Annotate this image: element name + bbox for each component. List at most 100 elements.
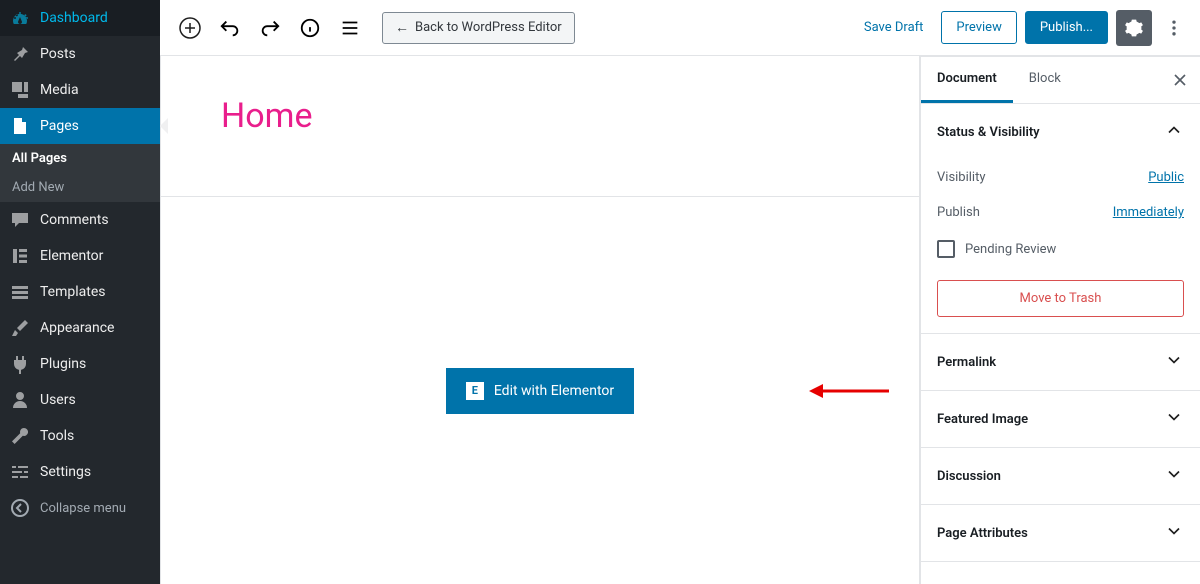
settings-tabs: Document Block xyxy=(921,57,1200,104)
publish-value-link[interactable]: Immediately xyxy=(1113,205,1184,220)
panel-permalink: Permalink xyxy=(921,334,1200,391)
sidebar-item-label: Comments xyxy=(40,212,109,228)
page-icon xyxy=(10,116,30,136)
save-draft-button[interactable]: Save Draft xyxy=(854,12,934,43)
collapse-label: Collapse menu xyxy=(40,501,126,516)
sidebar-item-label: Posts xyxy=(40,46,76,62)
panel-header-status[interactable]: Status & Visibility xyxy=(921,104,1200,160)
tab-document[interactable]: Document xyxy=(921,57,1013,103)
panel-body-status: Visibility Public Publish Immediately Pe… xyxy=(921,160,1200,333)
row-pending-review[interactable]: Pending Review xyxy=(937,230,1184,268)
top-toolbar: ← Back to WordPress Editor Save Draft Pr… xyxy=(160,0,1200,56)
panel-featured-image: Featured Image xyxy=(921,391,1200,448)
main: ← Back to WordPress Editor Save Draft Pr… xyxy=(160,0,1200,584)
row-publish: Publish Immediately xyxy=(937,195,1184,230)
panel-header-discussion[interactable]: Discussion xyxy=(921,448,1200,504)
sidebar-item-users[interactable]: Users xyxy=(0,382,160,418)
panel-header-page-attributes[interactable]: Page Attributes xyxy=(921,505,1200,561)
chevron-up-icon xyxy=(1164,120,1184,144)
arrow-left-icon: ← xyxy=(395,19,409,36)
pin-icon xyxy=(10,44,30,64)
panel-header-featured-image[interactable]: Featured Image xyxy=(921,391,1200,447)
sidebar-item-label: Elementor xyxy=(40,248,103,264)
wrench-icon xyxy=(10,426,30,446)
collapse-icon xyxy=(10,498,30,518)
sidebar-item-label: Media xyxy=(40,82,79,98)
elementor-icon xyxy=(10,246,30,266)
top-toolbar-left: ← Back to WordPress Editor xyxy=(172,10,575,46)
undo-button[interactable] xyxy=(212,10,248,46)
sidebar-item-elementor[interactable]: Elementor xyxy=(0,238,160,274)
media-icon xyxy=(10,80,30,100)
sidebar-item-label: Pages xyxy=(40,118,79,134)
panel-status-visibility: Status & Visibility Visibility Public Pu… xyxy=(921,104,1200,334)
sidebar-item-label: Users xyxy=(40,392,76,408)
sidebar-item-pages[interactable]: Pages xyxy=(0,108,160,144)
add-block-button[interactable] xyxy=(172,10,208,46)
pending-review-label: Pending Review xyxy=(965,242,1056,257)
elementor-area: E Edit with Elementor xyxy=(161,197,919,584)
panel-title: Permalink xyxy=(937,355,996,370)
row-visibility: Visibility Public xyxy=(937,160,1184,195)
sidebar-item-settings[interactable]: Settings xyxy=(0,454,160,490)
panel-page-attributes: Page Attributes xyxy=(921,505,1200,562)
chevron-down-icon xyxy=(1164,521,1184,545)
sidebar-item-label: Plugins xyxy=(40,356,86,372)
checkbox-icon[interactable] xyxy=(937,240,955,258)
sidebar-item-appearance[interactable]: Appearance xyxy=(0,310,160,346)
settings-toggle-button[interactable] xyxy=(1116,10,1152,46)
panel-header-permalink[interactable]: Permalink xyxy=(921,334,1200,390)
sidebar-item-dashboard[interactable]: Dashboard xyxy=(0,0,160,36)
more-options-button[interactable] xyxy=(1160,10,1188,46)
sidebar-item-tools[interactable]: Tools xyxy=(0,418,160,454)
back-to-editor-button[interactable]: ← Back to WordPress Editor xyxy=(382,12,575,44)
elementor-logo-icon: E xyxy=(466,382,484,400)
annotation-arrow xyxy=(809,381,889,401)
dashboard-icon xyxy=(10,8,30,28)
page-title[interactable]: Home xyxy=(221,96,859,136)
sidebar-item-label: Dashboard xyxy=(40,10,108,26)
panel-title: Discussion xyxy=(937,469,1001,484)
panel-title: Status & Visibility xyxy=(937,125,1040,140)
sidebar-item-comments[interactable]: Comments xyxy=(0,202,160,238)
chevron-down-icon xyxy=(1164,464,1184,488)
templates-icon xyxy=(10,282,30,302)
outline-button[interactable] xyxy=(332,10,368,46)
redo-button[interactable] xyxy=(252,10,288,46)
sidebar-item-templates[interactable]: Templates xyxy=(0,274,160,310)
plug-icon xyxy=(10,354,30,374)
comment-icon xyxy=(10,210,30,230)
user-icon xyxy=(10,390,30,410)
collapse-menu[interactable]: Collapse menu xyxy=(0,490,160,526)
panel-discussion: Discussion xyxy=(921,448,1200,505)
title-area[interactable]: Home xyxy=(161,56,919,197)
edit-with-elementor-button[interactable]: E Edit with Elementor xyxy=(446,368,634,414)
chevron-down-icon xyxy=(1164,407,1184,431)
sidebar-sub-add-new[interactable]: Add New xyxy=(0,173,160,202)
sidebar-item-plugins[interactable]: Plugins xyxy=(0,346,160,382)
close-settings-button[interactable] xyxy=(1160,60,1200,100)
tab-block[interactable]: Block xyxy=(1013,57,1077,103)
sliders-icon xyxy=(10,462,30,482)
admin-sidebar: Dashboard Posts Media Pages All Pages Ad… xyxy=(0,0,160,584)
sidebar-item-label: Tools xyxy=(40,428,74,444)
sidebar-sub-all-pages[interactable]: All Pages xyxy=(0,144,160,173)
elementor-btn-label: Edit with Elementor xyxy=(494,383,614,399)
publish-label: Publish xyxy=(937,205,980,220)
chevron-down-icon xyxy=(1164,350,1184,374)
move-to-trash-button[interactable]: Move to Trash xyxy=(937,280,1184,317)
sidebar-item-label: Settings xyxy=(40,464,91,480)
publish-button[interactable]: Publish... xyxy=(1025,11,1108,44)
sidebar-item-media[interactable]: Media xyxy=(0,72,160,108)
brush-icon xyxy=(10,318,30,338)
visibility-label: Visibility xyxy=(937,170,986,185)
panel-title: Page Attributes xyxy=(937,526,1028,541)
sidebar-item-label: Appearance xyxy=(40,320,114,336)
editor-content: Home E Edit with Elementor xyxy=(161,56,919,584)
info-button[interactable] xyxy=(292,10,328,46)
preview-button[interactable]: Preview xyxy=(941,11,1016,44)
sidebar-item-posts[interactable]: Posts xyxy=(0,36,160,72)
panel-title: Featured Image xyxy=(937,412,1028,427)
sidebar-item-label: Templates xyxy=(40,284,106,300)
visibility-value-link[interactable]: Public xyxy=(1148,170,1184,185)
